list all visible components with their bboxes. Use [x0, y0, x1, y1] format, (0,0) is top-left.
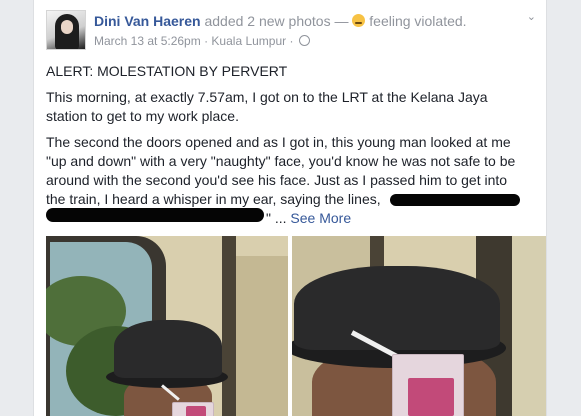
photo-2[interactable] — [292, 236, 546, 416]
redaction-mark-2 — [46, 208, 264, 222]
photo-grid — [46, 236, 546, 416]
post-paragraph-alert: ALERT: MOLESTATION BY PERVERT — [46, 63, 288, 79]
train-pillar — [222, 236, 236, 416]
feeling-text: feeling violated. — [369, 13, 467, 29]
train-window-right — [236, 256, 288, 416]
crying-face-icon — [352, 14, 366, 27]
chevron-down-icon[interactable]: ⌄ — [527, 10, 536, 23]
post-meta: March 13 at 5:26pm · Kuala Lumpur · — [94, 34, 310, 48]
incident-tail: " ... — [266, 210, 287, 226]
redaction-mark-1 — [390, 194, 520, 206]
meta-dot: · — [289, 34, 294, 48]
train-window-right — [512, 236, 546, 416]
location-link[interactable]: Kuala Lumpur — [211, 34, 286, 48]
separator: — — [334, 13, 349, 29]
avatar-face — [61, 20, 73, 34]
juice-box-label — [186, 406, 206, 416]
globe-icon[interactable] — [298, 35, 310, 46]
post-paragraph-morning: This morning, at exactly 7.57am, I got o… — [46, 89, 488, 124]
facebook-post-card: Dini Van Haeren added 2 new photos — fee… — [33, 0, 547, 416]
black-cap — [294, 266, 500, 350]
action-text: added 2 new photos — [204, 13, 331, 29]
see-more-link[interactable]: See More — [290, 210, 351, 226]
black-cap — [114, 320, 222, 378]
author-avatar[interactable] — [46, 10, 86, 50]
post-header: Dini Van Haeren added 2 new photos — fee… — [94, 13, 467, 29]
meta-dot: · — [204, 34, 209, 48]
post-timestamp-link[interactable]: March 13 at 5:26pm — [94, 34, 201, 48]
author-name-link[interactable]: Dini Van Haeren — [94, 13, 201, 29]
photo-1[interactable] — [46, 236, 288, 416]
juice-box-label — [408, 378, 454, 416]
